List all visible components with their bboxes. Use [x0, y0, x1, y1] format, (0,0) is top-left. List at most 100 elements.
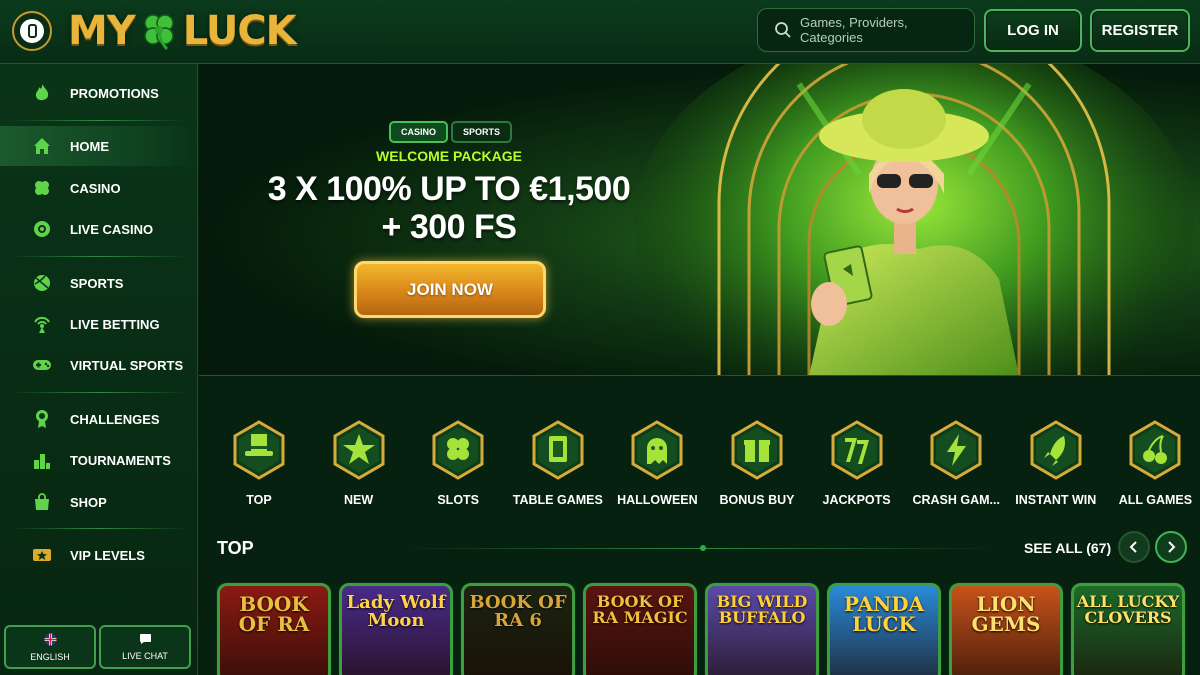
sidebar-item-label: VIP LEVELS [70, 547, 145, 563]
menu-toggle-button[interactable] [12, 11, 52, 51]
lightning-icon [930, 420, 982, 480]
sidebar-item-promotions[interactable]: PROMOTIONS [0, 73, 198, 113]
category-top[interactable]: TOP [211, 420, 307, 507]
category-halloween[interactable]: HALLOWEEN [609, 420, 705, 507]
top-header: MY LUCK Games, Providers, Categories LOG… [0, 0, 1200, 64]
medal-icon [32, 409, 52, 429]
star-icon [333, 420, 385, 480]
sidebar-item-label: SPORTS [70, 275, 124, 291]
category-label: SLOTS [437, 493, 480, 507]
search-placeholder: Games, Providers, Categories [799, 15, 908, 45]
uk-flag-icon [44, 633, 57, 649]
sidebar-item-home[interactable]: HOME [0, 126, 198, 166]
sidebar-item-label: SHOP [70, 494, 107, 510]
menu-toggle-icon [20, 19, 44, 43]
game-card[interactable]: BIG WILD BUFFALO [705, 583, 819, 675]
chevron-left-icon [1129, 541, 1137, 553]
register-button[interactable]: REGISTER [1090, 9, 1190, 52]
live-chat-label: LIVE CHAT [122, 651, 168, 661]
game-title: ALL LUCKY CLOVERS [1076, 592, 1180, 627]
sevens-icon [831, 420, 883, 480]
ball-icon [32, 273, 52, 293]
clover-icon [32, 178, 52, 198]
logo[interactable]: MY LUCK [68, 8, 297, 54]
gamepad-icon [32, 355, 52, 375]
game-card[interactable]: Lady Wolf Moon [339, 583, 453, 675]
category-jackpots[interactable]: JACKPOTS [809, 420, 905, 507]
podium-icon [32, 450, 52, 470]
category-crash-gam[interactable]: CRASH GAM... [908, 420, 1004, 507]
search-icon [775, 22, 791, 38]
language-label: ENGLISH [30, 651, 70, 662]
hero-headline: 3 X 100% UP TO €1,500 + 300 FS [249, 170, 649, 246]
category-label: BONUS BUY [719, 493, 795, 507]
game-title: LION GEMS [971, 592, 1041, 636]
game-title: Lady Wolf Moon [346, 592, 446, 631]
game-card[interactable]: PANDA LUCK [827, 583, 941, 675]
logo-text-left: MY [68, 8, 136, 54]
sidebar-item-label: PROMOTIONS [70, 85, 159, 101]
sidebar-item-tournaments[interactable]: TOURNAMENTS [0, 440, 198, 480]
category-label: INSTANT WIN [1015, 493, 1097, 507]
sidebar-item-live-casino[interactable]: LIVE CASINO [0, 209, 198, 249]
sidebar-item-shop[interactable]: SHOP [0, 482, 198, 522]
game-title: BOOK OF RA [238, 592, 310, 636]
sidebar-item-challenges[interactable]: CHALLENGES [0, 399, 198, 439]
game-title: BIG WILD BUFFALO [716, 592, 808, 627]
chevron-right-icon [1168, 541, 1176, 553]
cherries-icon [1129, 420, 1181, 480]
see-all-link[interactable]: SEE ALL (67) [1024, 540, 1111, 556]
category-table-games[interactable]: TABLE GAMES [510, 420, 606, 507]
sidebar-item-vip-levels[interactable]: VIP LEVELS [0, 535, 198, 575]
category-label: JACKPOTS [822, 493, 891, 507]
category-label: TABLE GAMES [512, 493, 603, 507]
game-card[interactable]: BOOK OF RA [217, 583, 331, 675]
sidebar-item-label: LIVE CASINO [70, 221, 154, 237]
category-bonus-buy[interactable]: BONUS BUY [709, 420, 805, 507]
sidebar-item-casino[interactable]: CASINO [0, 168, 198, 208]
roulette-icon [32, 219, 52, 239]
category-slots[interactable]: SLOTS [410, 420, 506, 507]
home-icon [32, 136, 52, 156]
clover-logo-icon [144, 14, 174, 51]
ghost-icon [631, 420, 683, 480]
carousel-prev-button[interactable] [1118, 531, 1150, 563]
ticket-icon [32, 545, 52, 565]
welcome-package-label: WELCOME PACKAGE [376, 148, 522, 164]
language-button[interactable]: ENGLISH [4, 625, 96, 669]
category-label: HALLOWEEN [617, 493, 698, 507]
category-all-games[interactable]: ALL GAMES [1107, 420, 1200, 507]
card-icon [532, 420, 584, 480]
chat-bubble-icon [139, 633, 152, 648]
sidebar-item-virtual-sports[interactable]: VIRTUAL SPORTS [0, 345, 198, 385]
hero-headline-line1: 3 X 100% UP TO €1,500 [267, 170, 631, 208]
live-chat-button[interactable]: LIVE CHAT [99, 625, 191, 669]
game-card[interactable]: LION GEMS [949, 583, 1063, 675]
sidebar-item-label: LIVE BETTING [70, 316, 160, 332]
login-button[interactable]: LOG IN [984, 9, 1082, 52]
sidebar-item-sports[interactable]: SPORTS [0, 263, 198, 303]
sidebar: PROMOTIONS HOME CASINO LIVE CASINO SPORT… [0, 64, 198, 675]
game-card[interactable]: BOOK OF RA 6 [461, 583, 575, 675]
category-label: NEW [344, 493, 374, 507]
category-label: CRASH GAM... [912, 493, 1000, 507]
section-title: TOP [217, 538, 254, 558]
carousel-next-button[interactable] [1155, 531, 1187, 563]
tab-sports[interactable]: SPORTS [451, 121, 513, 143]
sidebar-item-label: CASINO [70, 180, 121, 196]
game-title: PANDA LUCK [843, 592, 925, 636]
rocket-icon [1030, 420, 1082, 480]
sidebar-item-live-betting[interactable]: LIVE BETTING [0, 304, 198, 344]
game-card[interactable]: BOOK OF RA MAGIC [583, 583, 697, 675]
category-instant-win[interactable]: INSTANT WIN [1008, 420, 1104, 507]
search-input[interactable]: Games, Providers, Categories [757, 8, 975, 52]
category-label: ALL GAMES [1118, 493, 1193, 507]
flame-icon [32, 83, 52, 103]
bag-icon [32, 492, 52, 512]
join-now-button[interactable]: JOIN NOW [354, 261, 546, 318]
game-card[interactable]: ALL LUCKY CLOVERS [1071, 583, 1185, 675]
tab-casino[interactable]: CASINO [389, 121, 449, 143]
clover-icon [432, 420, 484, 480]
category-new[interactable]: NEW [311, 420, 407, 507]
sidebar-item-label: TOURNAMENTS [70, 452, 171, 468]
